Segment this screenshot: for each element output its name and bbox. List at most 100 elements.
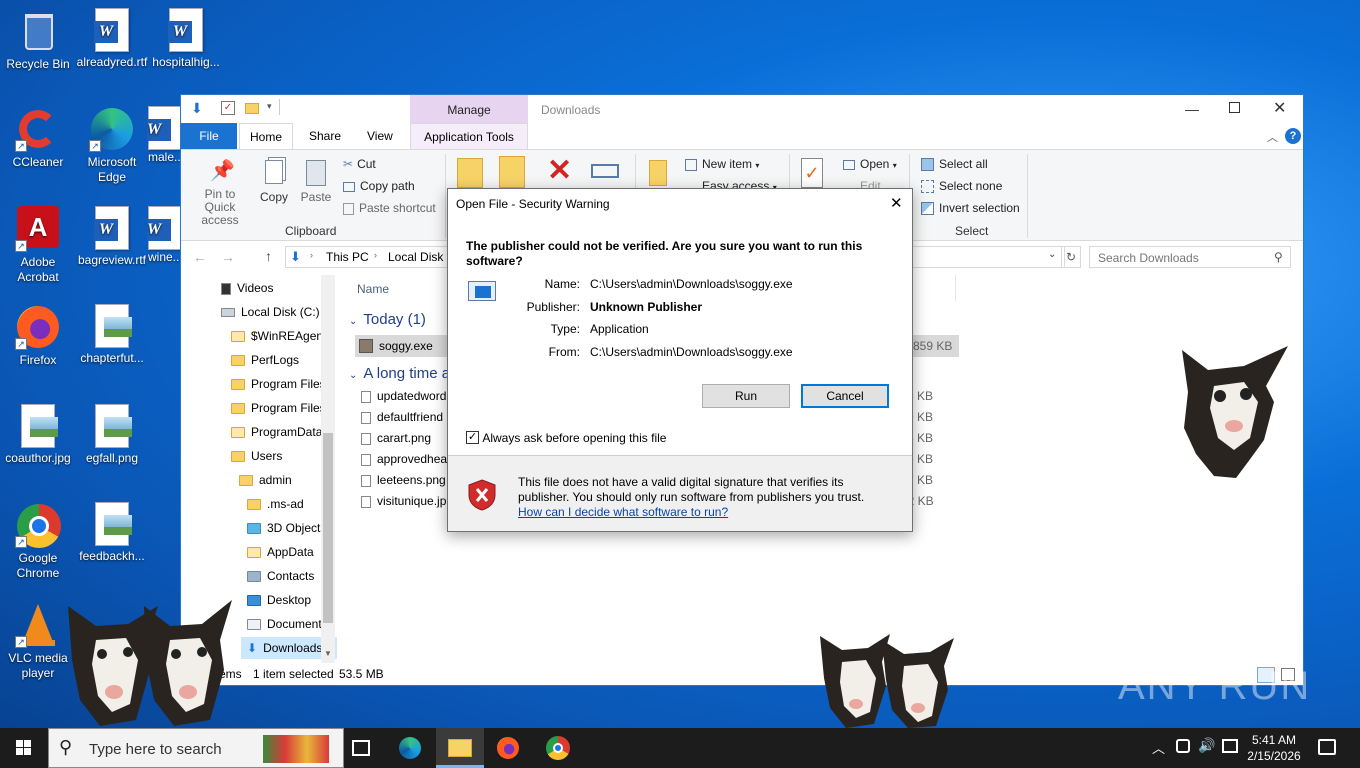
notification-center-icon[interactable]	[1318, 739, 1336, 755]
taskbar-chrome[interactable]	[534, 728, 582, 768]
quick-access-dropdown-icon[interactable]: ▾	[267, 101, 272, 112]
rename-icon[interactable]	[591, 164, 619, 178]
desktop-icon-acrobat[interactable]: A ↗ Adobe Acrobat	[0, 206, 76, 285]
maximize-button[interactable]	[1229, 102, 1240, 113]
taskbar-search-box[interactable]: ⚲ Type here to search	[48, 728, 344, 768]
tree-item-videos[interactable]: Videos	[221, 277, 273, 299]
field-label-name: Name:	[544, 277, 580, 291]
nav-scrollbar-thumb[interactable]	[323, 433, 333, 623]
paste-button[interactable]: Paste	[299, 156, 333, 218]
file-explorer-icon	[448, 739, 472, 757]
tab-share[interactable]: Share	[299, 123, 351, 149]
breadcrumb-this-pc[interactable]: This PC	[326, 250, 369, 264]
paste-shortcut-button[interactable]: Paste shortcut	[343, 201, 436, 215]
invert-selection-button[interactable]: Invert selection	[921, 201, 1020, 216]
run-button[interactable]: Run	[702, 384, 790, 408]
new-item-button[interactable]: New item ▾	[685, 157, 759, 171]
desktop-icon-ccleaner[interactable]: ↗ CCleaner	[0, 106, 76, 170]
open-button[interactable]: Open ▾	[843, 157, 897, 171]
tree-item-local-disk[interactable]: Local Disk (C:)	[221, 301, 320, 323]
tree-item-programdata[interactable]: ProgramData	[231, 421, 322, 443]
paste-label: Paste	[300, 190, 332, 204]
tree-item-program-files-x86[interactable]: Program Files	[231, 397, 326, 419]
start-button[interactable]	[0, 728, 48, 768]
tree-item-users[interactable]: Users	[231, 445, 282, 467]
desktop-icon-male[interactable]: W male...	[147, 106, 184, 165]
desktop-icon-egfall[interactable]: egfall.png	[74, 404, 150, 466]
search-box[interactable]: Search Downloads ⚲	[1089, 246, 1291, 268]
back-button[interactable]: ←	[193, 249, 207, 265]
properties-button-icon[interactable]: ✓	[801, 158, 823, 188]
task-view-button[interactable]	[338, 728, 386, 768]
desktop-icon-feedbackh[interactable]: feedbackh...	[74, 502, 150, 564]
download-arrow-icon[interactable]: ⬇	[191, 101, 205, 115]
meet-now-icon[interactable]	[1176, 739, 1190, 753]
always-ask-checkbox-row[interactable]: ✓ Always ask before opening this file	[466, 430, 666, 445]
paste-shortcut-label: Paste shortcut	[359, 201, 436, 215]
copy-to-icon[interactable]	[499, 156, 525, 188]
group-header-long-ago[interactable]: ⌄ A long time a	[349, 365, 450, 382]
tab-home[interactable]: Home	[239, 123, 294, 150]
desktop-icon-hospitalhig[interactable]: W hospitalhig...	[148, 8, 224, 70]
tree-item-program-files[interactable]: Program Files	[231, 373, 326, 395]
tab-application-tools[interactable]: Application Tools	[410, 123, 528, 149]
desktop-icon-wine[interactable]: W wine...	[147, 206, 183, 265]
checkbox-checked-icon[interactable]: ✓	[466, 431, 479, 445]
desktop-icon-bagreview[interactable]: W bagreview.rtf	[74, 206, 150, 268]
desktop-icon-alreadyred[interactable]: W alreadyred.rtf	[74, 8, 150, 70]
desktop-icon-chrome[interactable]: ↗ Google Chrome	[0, 502, 76, 581]
breadcrumb-local-disk[interactable]: Local Disk (	[388, 250, 451, 264]
file-name: visitunique.jp	[377, 494, 447, 508]
tree-item-desktop[interactable]: Desktop	[247, 589, 311, 611]
refresh-button[interactable]: ↻	[1061, 246, 1081, 268]
clock[interactable]: 5:41 AM 2/15/2026	[1244, 732, 1304, 764]
tree-item-3d-objects[interactable]: 3D Objects	[247, 517, 326, 539]
address-dropdown-icon[interactable]: ⌄	[1048, 249, 1056, 260]
select-none-button[interactable]: Select none	[921, 179, 1002, 194]
scroll-down-icon[interactable]: ▼	[324, 649, 332, 658]
help-link[interactable]: How can I decide what software to run?	[518, 505, 728, 519]
tree-item-perflogs[interactable]: PerfLogs	[231, 349, 299, 371]
tree-item-winreagent[interactable]: $WinREAgent	[231, 325, 326, 347]
network-icon[interactable]	[1222, 739, 1238, 753]
tree-item-documents[interactable]: Documents	[247, 613, 328, 635]
desktop-icon-edge[interactable]: ↗ Microsoft Edge	[74, 106, 150, 185]
taskbar-file-explorer[interactable]	[436, 728, 484, 768]
desktop-icon-vlc[interactable]: ↗ VLC media player	[0, 602, 76, 681]
new-folder-button[interactable]	[649, 160, 667, 186]
delete-icon[interactable]: ✕	[547, 156, 572, 186]
close-button[interactable]: ✕	[1273, 98, 1286, 118]
copy-path-button[interactable]: Copy path	[343, 179, 415, 193]
show-hidden-icons-button[interactable]: ︿	[1152, 738, 1165, 757]
cut-button[interactable]: ✂ Cut	[343, 157, 376, 171]
copy-button[interactable]: Copy	[257, 156, 291, 218]
forward-button[interactable]: →	[221, 249, 235, 265]
taskbar-edge[interactable]	[386, 728, 434, 768]
new-folder-icon[interactable]	[245, 103, 259, 114]
collapse-ribbon-icon[interactable]: ︿	[1267, 129, 1278, 145]
tree-item-contacts[interactable]: Contacts	[247, 565, 314, 587]
nav-scrollbar[interactable]: ▼	[321, 275, 335, 663]
tree-item-admin[interactable]: admin	[239, 469, 292, 491]
help-icon[interactable]: ?	[1285, 128, 1301, 144]
volume-icon[interactable]: 🔊	[1198, 737, 1215, 754]
up-button[interactable]: ↑	[265, 248, 272, 264]
tab-file[interactable]: File	[181, 123, 237, 149]
minimize-button[interactable]: —	[1185, 101, 1199, 117]
column-header-name[interactable]: Name	[357, 282, 389, 296]
desktop-icon-firefox[interactable]: ↗ Firefox	[0, 304, 76, 368]
tree-item-ms-ad[interactable]: .ms-ad	[247, 493, 304, 515]
select-all-button[interactable]: Select all	[921, 157, 988, 172]
pin-quick-access-button[interactable]: 📌 Pin to Quick access	[189, 156, 251, 227]
group-header-today[interactable]: ⌄ Today (1)	[349, 311, 426, 328]
dialog-close-button[interactable]: ✕	[890, 194, 903, 212]
cancel-button[interactable]: Cancel	[801, 384, 889, 408]
desktop-icon-chapterfut[interactable]: chapterfut...	[74, 304, 150, 366]
tab-view[interactable]: View	[357, 123, 403, 149]
taskbar-firefox[interactable]	[484, 728, 532, 768]
move-to-icon[interactable]	[457, 158, 483, 188]
desktop-icon-coauthor[interactable]: coauthor.jpg	[0, 404, 76, 466]
desktop-icon-recycle-bin[interactable]: Recycle Bin	[0, 8, 76, 72]
properties-icon[interactable]: ✓	[221, 101, 235, 115]
tree-item-appdata[interactable]: AppData	[247, 541, 314, 563]
